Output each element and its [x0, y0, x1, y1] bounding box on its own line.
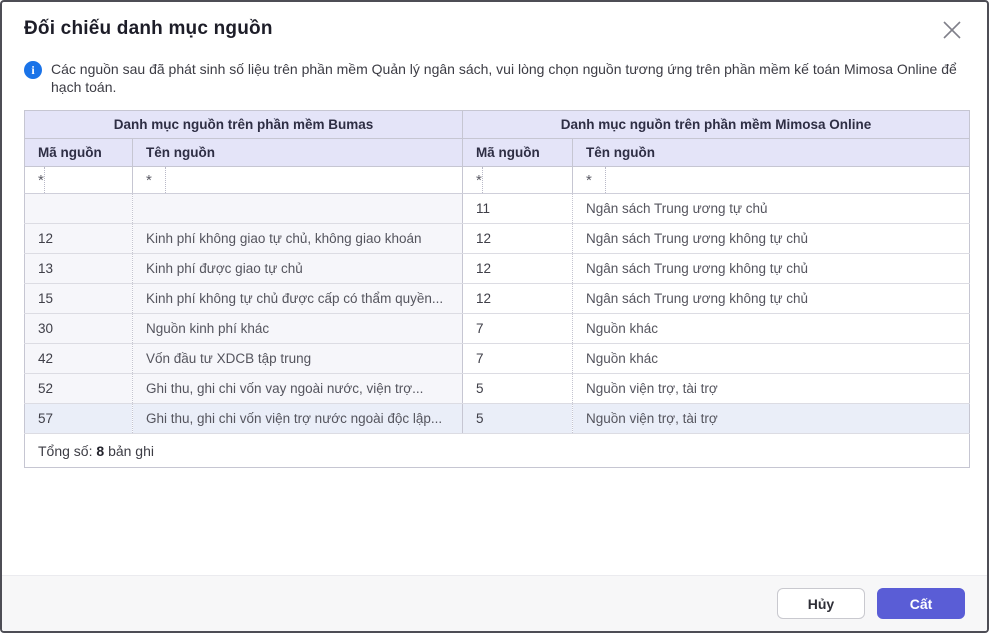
- filter-input-mimosa-name[interactable]: [606, 167, 969, 193]
- info-icon: i: [24, 61, 42, 79]
- group-header-row: Danh mục nguồn trên phần mềm Bumas Danh …: [25, 111, 970, 139]
- bumas-code-cell: 52: [25, 374, 133, 404]
- table-row[interactable]: 11 Ngân sách Trung ương tự chủ: [25, 194, 970, 224]
- filter-operator-mimosa-code[interactable]: *: [463, 167, 483, 193]
- cancel-button[interactable]: Hủy: [777, 588, 865, 619]
- mimosa-name-cell[interactable]: Ngân sách Trung ương tự chủ: [573, 194, 970, 224]
- mimosa-code-cell[interactable]: 7: [463, 344, 573, 374]
- bumas-code-cell: 12: [25, 224, 133, 254]
- close-button[interactable]: [937, 16, 967, 46]
- bumas-name-cell: Vốn đầu tư XDCB tập trung: [133, 344, 463, 374]
- column-header-row: Mã nguồn Tên nguồn Mã nguồn Tên nguồn: [25, 139, 970, 167]
- mimosa-name-cell[interactable]: Ngân sách Trung ương không tự chủ: [573, 224, 970, 254]
- bumas-code-cell: 57: [25, 404, 133, 434]
- table-row[interactable]: 42 Vốn đầu tư XDCB tập trung 7 Nguồn khá…: [25, 344, 970, 374]
- mimosa-code-cell[interactable]: 12: [463, 284, 573, 314]
- mimosa-name-cell[interactable]: Ngân sách Trung ương không tự chủ: [573, 284, 970, 314]
- table-row-selected[interactable]: 57 Ghi thu, ghi chi vốn viện trợ nước ng…: [25, 404, 970, 434]
- filter-operator-bumas-name[interactable]: *: [133, 167, 166, 193]
- bumas-code-cell: 15: [25, 284, 133, 314]
- column-header-bumas-name: Tên nguồn: [133, 139, 463, 167]
- summary-count: 8: [96, 443, 104, 459]
- bumas-code-cell: [25, 194, 133, 224]
- dialog: Đối chiếu danh mục nguồn i Các nguồn sau…: [0, 0, 989, 633]
- dialog-title: Đối chiếu danh mục nguồn: [24, 18, 273, 40]
- mimosa-code-cell[interactable]: 5: [463, 374, 573, 404]
- column-header-bumas-code: Mã nguồn: [25, 139, 133, 167]
- summary-unit: bản ghi: [108, 443, 154, 459]
- bumas-name-cell: [133, 194, 463, 224]
- column-header-mimosa-code: Mã nguồn: [463, 139, 573, 167]
- table-row[interactable]: 30 Nguồn kinh phí khác 7 Nguồn khác: [25, 314, 970, 344]
- table-row[interactable]: 12 Kinh phí không giao tự chủ, không gia…: [25, 224, 970, 254]
- filter-operator-bumas-code[interactable]: *: [25, 167, 45, 193]
- bumas-name-cell: Kinh phí được giao tự chủ: [133, 254, 463, 284]
- group-header-mimosa: Danh mục nguồn trên phần mềm Mimosa Onli…: [463, 111, 970, 139]
- bumas-code-cell: 30: [25, 314, 133, 344]
- filter-row: * * *: [25, 167, 970, 194]
- save-button[interactable]: Cất: [877, 588, 965, 619]
- summary-label: Tổng số:: [38, 443, 92, 459]
- bumas-name-cell: Kinh phí không giao tự chủ, không giao k…: [133, 224, 463, 254]
- close-icon: [940, 18, 964, 45]
- mimosa-code-cell[interactable]: 12: [463, 224, 573, 254]
- dialog-body-spacer: [2, 468, 987, 575]
- mimosa-name-cell[interactable]: Ngân sách Trung ương không tự chủ: [573, 254, 970, 284]
- mimosa-name-cell[interactable]: Nguồn viện trợ, tài trợ: [573, 374, 970, 404]
- dialog-header: Đối chiếu danh mục nguồn: [2, 2, 987, 46]
- filter-operator-mimosa-name[interactable]: *: [573, 167, 606, 193]
- mimosa-code-cell[interactable]: 5: [463, 404, 573, 434]
- mimosa-code-cell[interactable]: 7: [463, 314, 573, 344]
- mimosa-code-cell[interactable]: 11: [463, 194, 573, 224]
- bumas-name-cell: Ghi thu, ghi chi vốn vay ngoài nước, việ…: [133, 374, 463, 404]
- mimosa-code-cell[interactable]: 12: [463, 254, 573, 284]
- bumas-name-cell: Nguồn kinh phí khác: [133, 314, 463, 344]
- mapping-table: Danh mục nguồn trên phần mềm Bumas Danh …: [24, 110, 970, 468]
- bumas-name-cell: Ghi thu, ghi chi vốn viện trợ nước ngoài…: [133, 404, 463, 434]
- table-row[interactable]: 52 Ghi thu, ghi chi vốn vay ngoài nước, …: [25, 374, 970, 404]
- bumas-name-cell: Kinh phí không tự chủ được cấp có thẩm q…: [133, 284, 463, 314]
- group-header-bumas: Danh mục nguồn trên phần mềm Bumas: [25, 111, 463, 139]
- filter-input-bumas-name[interactable]: [166, 167, 462, 193]
- table-row[interactable]: 13 Kinh phí được giao tự chủ 12 Ngân sác…: [25, 254, 970, 284]
- info-banner: i Các nguồn sau đã phát sinh số liệu trê…: [2, 46, 987, 96]
- bumas-code-cell: 42: [25, 344, 133, 374]
- info-message: Các nguồn sau đã phát sinh số liệu trên …: [51, 60, 965, 96]
- column-header-mimosa-name: Tên nguồn: [573, 139, 970, 167]
- mapping-table-container: Danh mục nguồn trên phần mềm Bumas Danh …: [2, 96, 987, 468]
- summary-row: Tổng số: 8 bản ghi: [25, 434, 970, 468]
- dialog-footer: Hủy Cất: [2, 575, 987, 631]
- mimosa-name-cell[interactable]: Nguồn viện trợ, tài trợ: [573, 404, 970, 434]
- bumas-code-cell: 13: [25, 254, 133, 284]
- mimosa-name-cell[interactable]: Nguồn khác: [573, 344, 970, 374]
- mimosa-name-cell[interactable]: Nguồn khác: [573, 314, 970, 344]
- table-row[interactable]: 15 Kinh phí không tự chủ được cấp có thẩ…: [25, 284, 970, 314]
